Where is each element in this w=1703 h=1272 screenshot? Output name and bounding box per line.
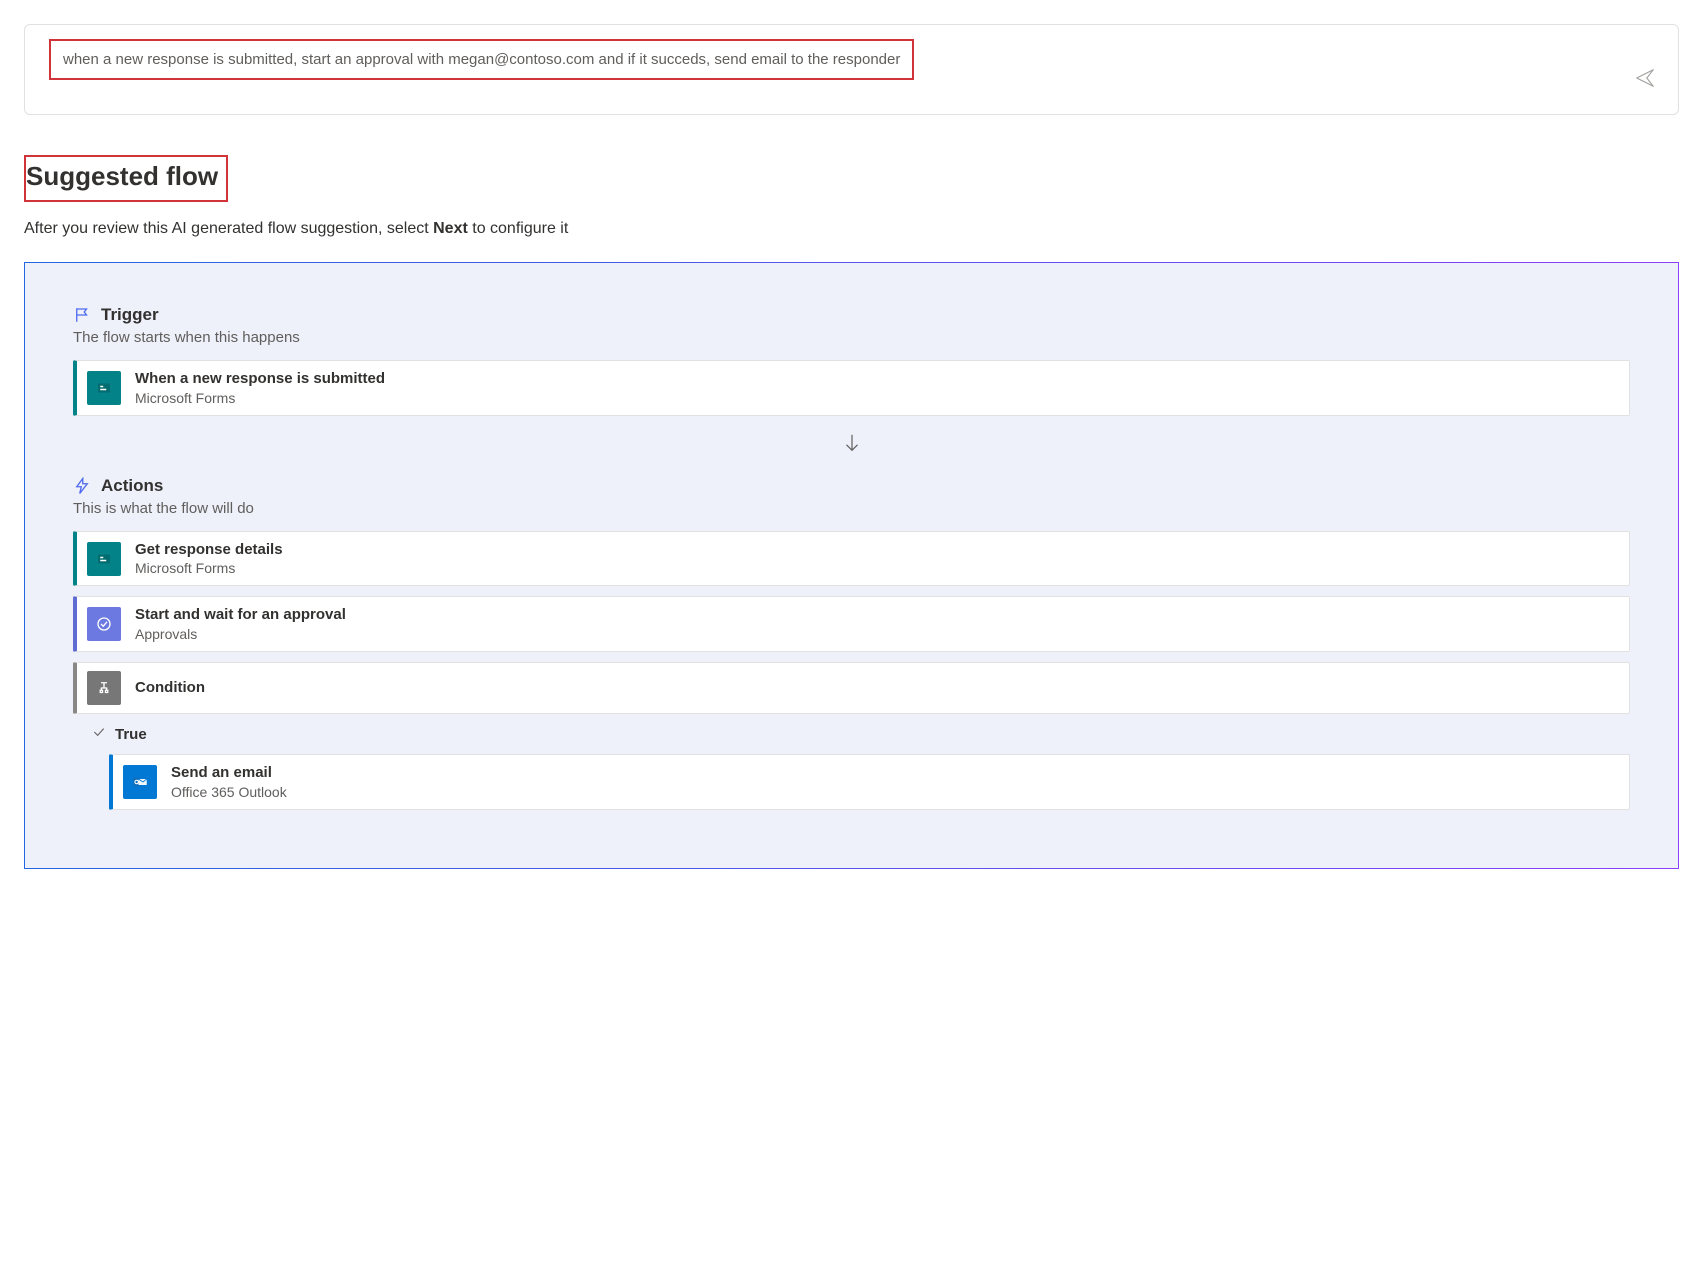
prompt-text-highlight-box: when a new response is submitted, start … [49, 39, 914, 80]
subtext-before: After you review this AI generated flow … [24, 220, 433, 237]
action-card-condition[interactable]: Condition [73, 662, 1630, 714]
action-card-subtitle: Microsoft Forms [135, 559, 283, 577]
actions-title: Actions [101, 476, 163, 496]
trigger-header: Trigger [73, 305, 1630, 325]
action-card-text: Get response details Microsoft Forms [135, 540, 283, 578]
action-card-subtitle: Approvals [135, 625, 346, 643]
trigger-section: Trigger The flow starts when this happen… [73, 305, 1630, 416]
actions-desc: This is what the flow will do [73, 500, 1630, 517]
branch-label: True [91, 724, 1630, 744]
action-card-subtitle: Office 365 Outlook [171, 783, 287, 801]
send-icon [1634, 67, 1656, 92]
action-card-title: Condition [135, 678, 205, 698]
condition-true-branch: True Send an email Office 365 Outlook [91, 724, 1630, 810]
action-card-title: Get response details [135, 540, 283, 560]
branch-nested: Send an email Office 365 Outlook [109, 754, 1630, 810]
prompt-inner: when a new response is submitted, start … [25, 25, 1678, 114]
trigger-card-subtitle: Microsoft Forms [135, 389, 385, 407]
flow-panel: Trigger The flow starts when this happen… [24, 262, 1679, 869]
branch-label-text: True [115, 726, 147, 743]
action-card-text: Condition [135, 678, 205, 698]
trigger-card-text: When a new response is submitted Microso… [135, 369, 385, 407]
action-card-title: Start and wait for an approval [135, 605, 346, 625]
forms-icon [87, 371, 121, 405]
action-card-text: Send an email Office 365 Outlook [171, 763, 287, 801]
check-icon [91, 724, 107, 744]
approvals-icon [87, 607, 121, 641]
outlook-icon [123, 765, 157, 799]
flag-icon [73, 306, 91, 324]
action-card-text: Start and wait for an approval Approvals [135, 605, 346, 643]
subtext-bold: Next [433, 220, 468, 237]
actions-section: Actions This is what the flow will do Ge… [73, 476, 1630, 810]
trigger-desc: The flow starts when this happens [73, 329, 1630, 346]
prompt-card: when a new response is submitted, start … [24, 24, 1679, 115]
lightning-icon [73, 477, 91, 495]
actions-header: Actions [73, 476, 1630, 496]
forms-icon [87, 542, 121, 576]
trigger-card-title: When a new response is submitted [135, 369, 385, 389]
suggested-flow-heading-box: Suggested flow [24, 155, 228, 202]
trigger-title: Trigger [101, 305, 159, 325]
subtext-after: to configure it [468, 220, 569, 237]
action-card-send-email[interactable]: Send an email Office 365 Outlook [109, 754, 1630, 810]
prompt-text[interactable]: when a new response is submitted, start … [63, 49, 900, 70]
suggested-flow-subtext: After you review this AI generated flow … [24, 220, 1679, 238]
suggested-flow-heading: Suggested flow [26, 161, 218, 192]
action-card-approval[interactable]: Start and wait for an approval Approvals [73, 596, 1630, 652]
arrow-down-icon [73, 432, 1630, 454]
action-card-get-response[interactable]: Get response details Microsoft Forms [73, 531, 1630, 587]
action-card-title: Send an email [171, 763, 287, 783]
condition-icon [87, 671, 121, 705]
send-button[interactable] [1630, 63, 1660, 96]
trigger-card[interactable]: When a new response is submitted Microso… [73, 360, 1630, 416]
